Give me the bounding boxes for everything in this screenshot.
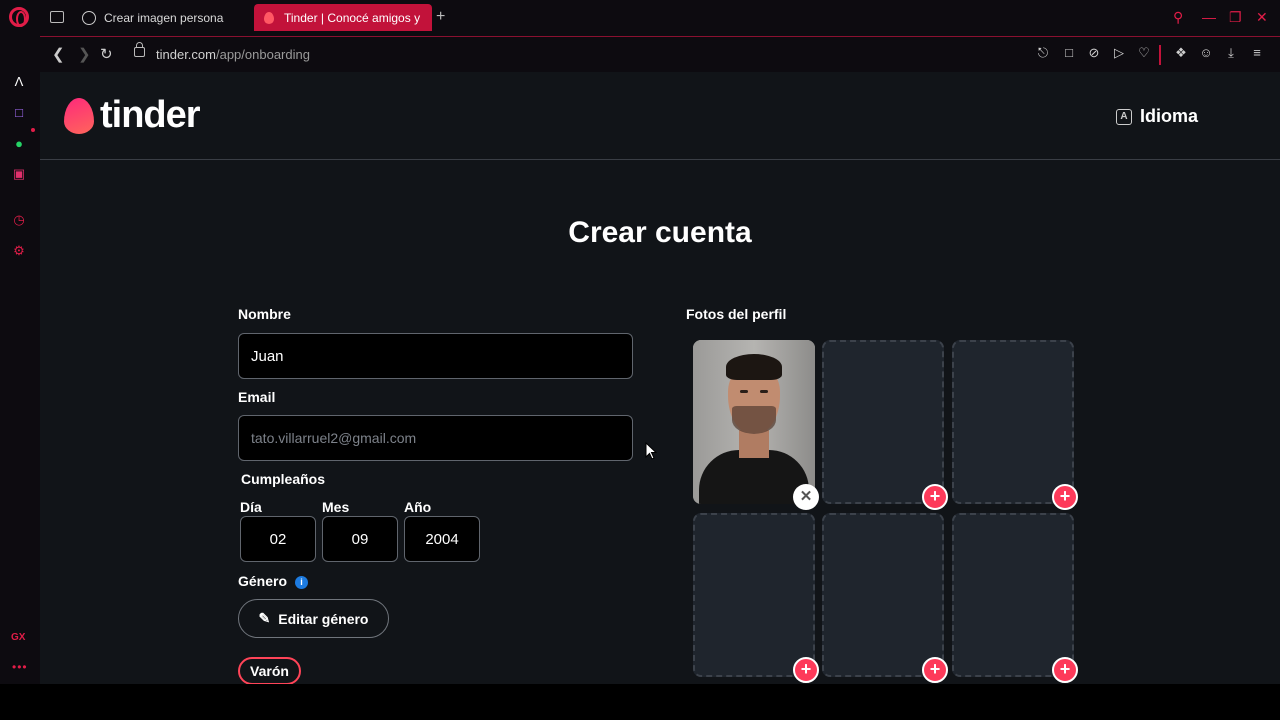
twitch-icon[interactable]: □	[11, 104, 27, 120]
gender-label: Género	[238, 573, 288, 589]
translate-icon: A	[1116, 108, 1132, 125]
adblock-icon[interactable]: ⊘	[1087, 46, 1101, 60]
snapshot-icon[interactable]: □	[1062, 46, 1076, 60]
settings-icon[interactable]: ⚙	[11, 243, 27, 259]
favorites-icon[interactable]: ♡	[1137, 46, 1151, 60]
pencil-icon: ✎	[258, 610, 271, 626]
name-label: Nombre	[238, 306, 291, 322]
opera-logo-icon[interactable]	[9, 7, 29, 27]
profile-photo-1[interactable]	[693, 340, 815, 504]
add-photo-button[interactable]: +	[793, 657, 819, 683]
close-window-button[interactable]: ✕	[1256, 9, 1268, 26]
download-icon[interactable]: ⤓	[1224, 46, 1238, 60]
reload-button[interactable]: ↻	[100, 45, 113, 63]
tinder-flame-icon	[262, 11, 276, 25]
edit-gender-button[interactable]: ✎ Editar género	[238, 599, 389, 638]
language-button[interactable]: A Idioma	[1116, 106, 1198, 127]
tab-tinder[interactable]: Tinder | Conocé amigos y	[254, 4, 432, 31]
month-input[interactable]: 09	[322, 516, 398, 562]
back-button[interactable]: ❮	[52, 45, 65, 63]
tab-label: Tinder | Conocé amigos y	[284, 10, 421, 25]
photo-slot-5[interactable]	[822, 513, 944, 677]
gx-control-button[interactable]: GX	[11, 632, 25, 643]
photo-slot-6[interactable]	[952, 513, 1074, 677]
language-label: Idioma	[1140, 106, 1199, 126]
bottom-letterbox	[0, 684, 1280, 720]
address-bar: ❮ ❯ ↻ tinder.com/app/onboarding ⎋ □ ⊘ ▷ …	[40, 36, 1280, 72]
photos-label: Fotos del perfil	[686, 306, 787, 322]
tab-crear-imagen[interactable]: Crear imagen persona	[74, 4, 249, 31]
pin-icon[interactable]: ⎋	[1036, 46, 1050, 60]
minimize-button[interactable]: —	[1202, 9, 1216, 25]
photo-slot-3[interactable]	[952, 340, 1074, 504]
info-icon[interactable]: i	[295, 576, 308, 589]
lock-icon[interactable]	[134, 42, 145, 57]
whatsapp-icon[interactable]: ●	[11, 135, 27, 151]
year-input[interactable]: 2004	[404, 516, 480, 562]
player-icon[interactable]: ▷	[1112, 46, 1126, 60]
add-photo-button[interactable]: +	[922, 484, 948, 510]
add-photo-button[interactable]: +	[1052, 657, 1078, 683]
email-input[interactable]: tato.villarruel2@gmail.com	[238, 415, 633, 461]
mouse-cursor-icon	[645, 442, 657, 460]
more-icon[interactable]: •••	[12, 660, 28, 674]
url-path: /app/onboarding	[215, 47, 310, 62]
browser-sidebar: Λ □ ● ▣ ◷ ⚙ GX •••	[0, 36, 40, 684]
profile-icon[interactable]: ☺	[1199, 46, 1213, 60]
photo-slot-2[interactable]	[822, 340, 944, 504]
day-label: Día	[240, 499, 262, 515]
add-photo-button[interactable]: +	[1052, 484, 1078, 510]
extensions-icon[interactable]: ❖	[1174, 46, 1188, 60]
workspaces-icon[interactable]	[50, 11, 64, 23]
page-title: Crear cuenta	[568, 216, 752, 249]
day-input[interactable]: 02	[240, 516, 316, 562]
edit-gender-label: Editar género	[278, 610, 369, 627]
browser-tab-bar: Crear imagen persona Tinder | Conocé ami…	[0, 0, 1280, 36]
toolbar-divider	[1159, 45, 1161, 65]
gender-chip[interactable]: Varón	[238, 657, 301, 684]
tab-label: Crear imagen persona	[104, 10, 224, 25]
tinder-flame-icon	[64, 97, 94, 134]
year-label: Año	[404, 499, 432, 515]
search-icon[interactable]: ⚲	[1173, 9, 1183, 26]
restore-button[interactable]: ❐	[1229, 9, 1242, 26]
new-tab-button[interactable]: +	[436, 8, 445, 26]
page-header: tinder A Idioma	[40, 72, 1280, 160]
remove-photo-button[interactable]: ✕	[793, 484, 819, 510]
tinder-onboarding-page: tinder A Idioma Crear cuenta Nombre Juan…	[40, 72, 1280, 684]
month-label: Mes	[322, 499, 350, 515]
name-input[interactable]: Juan	[238, 333, 633, 379]
add-photo-button[interactable]: +	[922, 657, 948, 683]
email-label: Email	[238, 389, 276, 405]
aria-icon[interactable]: Λ	[11, 73, 27, 89]
logo-text: tinder	[100, 94, 201, 136]
notification-dot	[31, 128, 35, 132]
tinder-logo[interactable]: tinder	[64, 94, 201, 137]
menu-icon[interactable]: ≡	[1250, 46, 1264, 60]
instagram-icon[interactable]: ▣	[11, 166, 27, 182]
chatgpt-icon	[82, 10, 96, 25]
url-field[interactable]: tinder.com/app/onboarding	[156, 47, 310, 62]
birthday-label: Cumpleaños	[241, 471, 326, 487]
forward-button[interactable]: ❯	[78, 45, 91, 63]
history-icon[interactable]: ◷	[11, 212, 27, 228]
url-host: tinder.com	[156, 47, 216, 62]
photo-slot-4[interactable]	[693, 513, 815, 677]
